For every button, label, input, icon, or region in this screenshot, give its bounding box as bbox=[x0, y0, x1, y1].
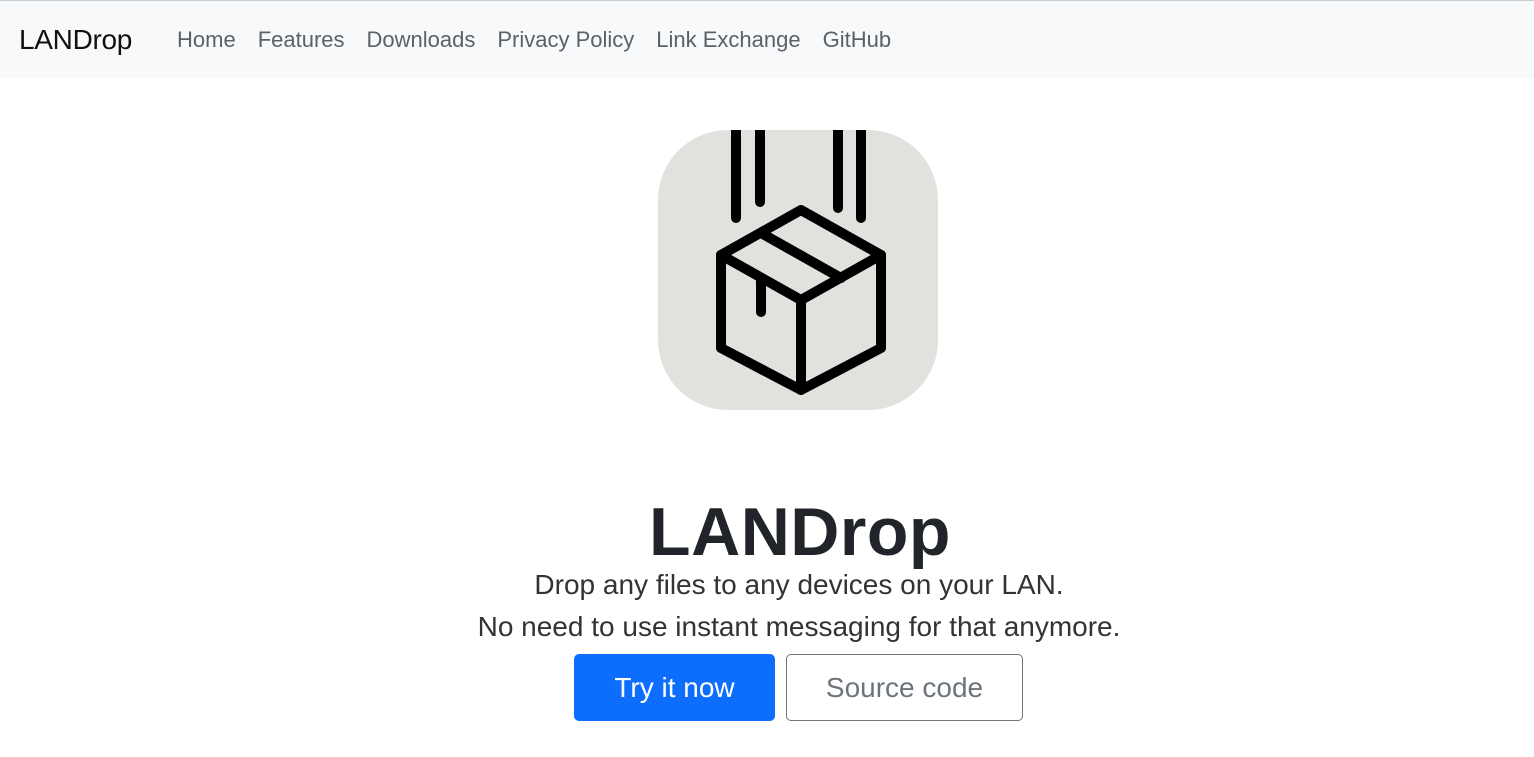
navbar: LANDrop Home Features Downloads Privacy … bbox=[0, 0, 1534, 78]
source-code-button[interactable]: Source code bbox=[786, 654, 1023, 721]
falling-box-icon bbox=[658, 130, 938, 410]
lead-text-line-1: Drop any files to any devices on your LA… bbox=[534, 569, 1064, 600]
nav-item-link-exchange[interactable]: Link Exchange bbox=[656, 25, 800, 55]
app-logo bbox=[658, 130, 938, 410]
nav-menu: Home Features Downloads Privacy Policy L… bbox=[177, 25, 913, 55]
navbar-brand[interactable]: LANDrop bbox=[19, 21, 132, 59]
lead-text-line-2: No need to use instant messaging for tha… bbox=[477, 611, 1121, 642]
nav-item-github[interactable]: GitHub bbox=[823, 25, 891, 55]
nav-item-home[interactable]: Home bbox=[177, 25, 236, 55]
nav-item-privacy-policy[interactable]: Privacy Policy bbox=[497, 25, 634, 55]
try-it-now-button[interactable]: Try it now bbox=[574, 654, 775, 721]
nav-item-downloads[interactable]: Downloads bbox=[367, 25, 476, 55]
page-title: LANDrop bbox=[649, 493, 951, 570]
nav-item-features[interactable]: Features bbox=[258, 25, 345, 55]
